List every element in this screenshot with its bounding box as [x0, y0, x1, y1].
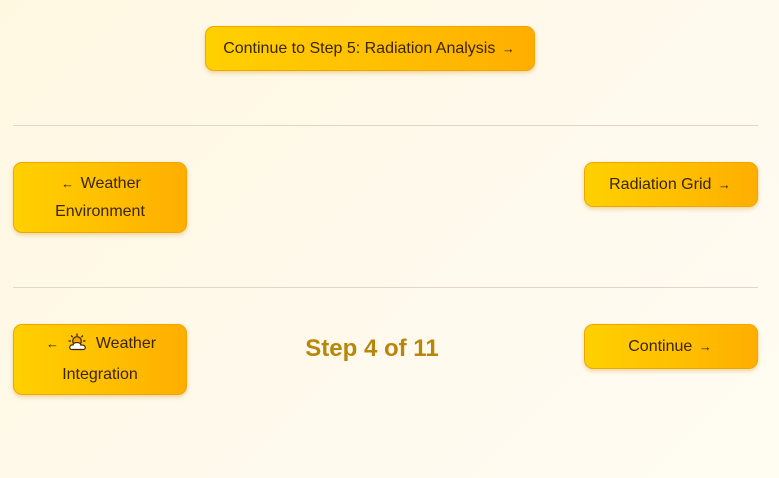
- continue-to-step-5-button[interactable]: Continue to Step 5: Radiation Analysis →: [205, 26, 535, 71]
- step-indicator: Step 4 of 11: [305, 335, 439, 362]
- divider-top: [13, 125, 758, 126]
- arrow-right-icon: →: [698, 338, 712, 354]
- continue-to-step-5-label: Continue to Step 5: Radiation Analysis: [223, 39, 496, 57]
- back-weather-integration-button[interactable]: ← Weather Integration: [13, 324, 187, 395]
- back-button-label-line2: Environment: [55, 202, 145, 220]
- arrow-left-icon: ←: [61, 175, 75, 191]
- back-weather-environment-button[interactable]: ← Weather Environment: [13, 162, 187, 233]
- back-button-label-line1: Weather: [95, 335, 157, 352]
- radiation-grid-button[interactable]: Radiation Grid →: [584, 162, 758, 207]
- arrow-left-icon: ←: [45, 336, 59, 351]
- sun-behind-cloud-icon: [68, 333, 88, 361]
- continue-label: Continue: [628, 337, 693, 355]
- radiation-grid-label: Radiation Grid: [609, 175, 712, 193]
- back-button-label-line1: Weather: [80, 174, 141, 192]
- arrow-right-icon: →: [501, 40, 515, 56]
- arrow-right-icon: →: [717, 176, 731, 192]
- continue-button[interactable]: Continue →: [584, 324, 758, 369]
- back-button-label-line2: Integration: [62, 366, 138, 383]
- divider-middle: [13, 287, 758, 288]
